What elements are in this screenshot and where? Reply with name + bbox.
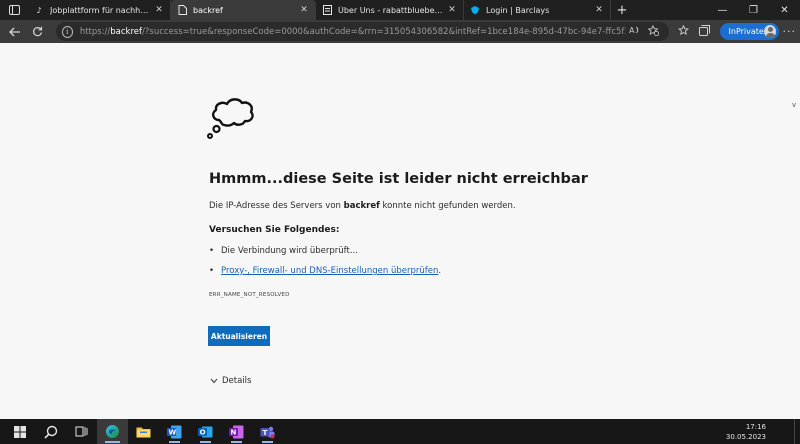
svg-text:T: T <box>263 428 268 436</box>
teams-icon: T <box>260 426 275 438</box>
reload-button[interactable]: Aktualisieren <box>208 326 270 346</box>
word-icon: W <box>167 425 182 438</box>
taskbar: W O N T 17:16 30.05.2023 <box>0 419 800 444</box>
clock-time: 17:16 <box>745 422 766 431</box>
tab-rabattbluebella[interactable]: Über Uns - rabattbluebella.de ✕ <box>316 0 464 20</box>
barclays-eagle-icon <box>470 5 480 15</box>
tab-title: backref <box>193 5 223 15</box>
tab-actions-button[interactable] <box>0 0 28 20</box>
svg-text:O: O <box>200 428 206 436</box>
favorite-add-icon[interactable] <box>644 24 663 39</box>
show-desktop-button[interactable] <box>794 419 800 444</box>
suggestions-heading: Versuchen Sie Folgendes: <box>209 225 340 235</box>
refresh-icon <box>33 26 43 37</box>
edge-icon <box>106 425 119 438</box>
chevron-down-icon <box>210 377 222 386</box>
plus-icon: + <box>616 2 628 18</box>
file-explorer-app[interactable] <box>128 419 159 444</box>
task-view-button[interactable] <box>66 419 97 444</box>
search-button[interactable] <box>35 419 66 444</box>
inprivate-badge[interactable]: InPrivate <box>719 23 779 40</box>
url-text[interactable]: https://backref/?success=true&responseCo… <box>80 27 626 37</box>
details-toggle[interactable]: Details <box>210 376 251 386</box>
svg-text:A: A <box>629 26 635 35</box>
host-name: backref <box>343 201 380 211</box>
tab-jobplattform[interactable]: ♪ Jobplattform für nachhaltige Jobs ✕ <box>28 0 171 20</box>
tab-close-icon[interactable]: ✕ <box>447 5 457 15</box>
back-button[interactable] <box>3 22 26 42</box>
info-icon[interactable]: i <box>61 25 73 38</box>
teams-app[interactable]: T <box>252 419 283 444</box>
tab-close-icon[interactable]: ✕ <box>154 5 164 15</box>
music-note-icon: ♪ <box>36 5 42 15</box>
error-page: Hmmm...diese Seite ist leider nicht erre… <box>0 43 800 419</box>
window-controls: — ❐ ✕ <box>707 0 800 20</box>
outlook-app[interactable]: O <box>190 419 221 444</box>
start-button[interactable] <box>4 419 35 444</box>
read-aloud-icon[interactable]: A <box>626 25 645 38</box>
close-window-button[interactable]: ✕ <box>769 0 800 20</box>
tab-strip: ♪ Jobplattform für nachhaltige Jobs ✕ ba… <box>0 0 800 20</box>
error-description: Die IP-Adresse des Servers von backref k… <box>209 201 516 211</box>
search-icon <box>43 425 57 439</box>
tab-close-icon[interactable]: ✕ <box>299 5 309 15</box>
folder-icon <box>136 427 151 437</box>
tab-title: Jobplattform für nachhaltige Jobs <box>50 5 150 15</box>
new-tab-button[interactable]: + <box>611 0 633 20</box>
error-code: ERR_NAME_NOT_RESOLVED <box>209 292 290 298</box>
address-bar[interactable]: i https://backref/?success=true&response… <box>55 22 669 41</box>
outlook-icon: O <box>198 426 213 437</box>
proxy-settings-link[interactable]: Proxy-, Firewall- und DNS-Einstellungen … <box>221 266 438 276</box>
minimize-button[interactable]: — <box>707 0 738 20</box>
edge-text-fragment: v <box>792 101 797 109</box>
arrow-left-icon <box>8 27 20 36</box>
tab-barclays[interactable]: Login | Barclays ✕ <box>464 0 611 20</box>
system-clock[interactable]: 17:16 30.05.2023 <box>726 422 766 442</box>
more-dots-icon: ··· <box>782 25 797 38</box>
details-label: Details <box>222 376 252 386</box>
browser-toolbar: i https://backref/?success=true&response… <box>0 20 800 43</box>
edge-app[interactable] <box>97 419 128 444</box>
task-view-icon <box>75 426 88 437</box>
tab-title: Über Uns - rabattbluebella.de <box>338 5 443 15</box>
tab-close-icon[interactable]: ✕ <box>594 5 604 15</box>
maximize-button[interactable]: ❐ <box>738 0 769 20</box>
avatar <box>763 25 776 38</box>
list-item: • Die Verbindung wird überprüft... <box>209 246 358 256</box>
refresh-button[interactable] <box>26 22 49 42</box>
suggestion-text: Die Verbindung wird überprüft... <box>221 246 358 256</box>
page-icon <box>177 5 187 15</box>
tab-title: Login | Barclays <box>486 5 550 15</box>
list-item: • Proxy-, Firewall- und DNS-Einstellungen… <box>209 266 442 276</box>
tab-actions-icon <box>8 5 20 15</box>
collections-icon[interactable] <box>694 24 715 39</box>
inprivate-label: InPrivate <box>728 27 764 36</box>
bullet: • <box>209 246 215 256</box>
bullet: • <box>209 266 215 276</box>
windows-logo-icon <box>13 425 26 438</box>
onenote-icon: N <box>229 425 244 438</box>
page-title: Hmmm...diese Seite ist leider nicht erre… <box>209 171 588 187</box>
favorites-icon[interactable] <box>673 24 694 39</box>
settings-more-button[interactable]: ··· <box>779 25 800 38</box>
onenote-app[interactable]: N <box>221 419 252 444</box>
svg-text:W: W <box>169 428 177 436</box>
svg-text:N: N <box>231 428 237 436</box>
tab-backref[interactable]: backref ✕ <box>171 0 316 20</box>
clock-date: 30.05.2023 <box>725 432 766 441</box>
word-app[interactable]: W <box>159 419 190 444</box>
page-icon <box>322 5 332 15</box>
thought-cloud-icon <box>207 98 254 139</box>
